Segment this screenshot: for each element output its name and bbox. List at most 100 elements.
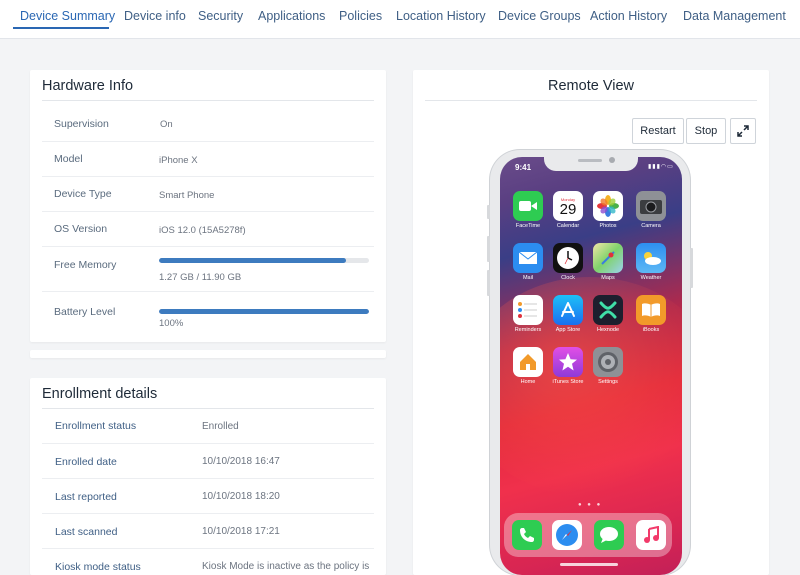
- row-value: Enrolled: [202, 421, 239, 432]
- row-value: 1.27 GB / 11.90 GB: [159, 272, 242, 283]
- phone-side-button: [487, 205, 490, 219]
- free-memory-bar-fill: [159, 258, 346, 263]
- tab-device-info[interactable]: Device info: [124, 9, 186, 23]
- hardware-row-os-version: OS Version iOS 12.0 (15A5278f): [42, 212, 374, 247]
- expand-button[interactable]: [730, 118, 756, 144]
- battery-icon: ▭: [667, 164, 674, 170]
- app-label: Reminders: [514, 327, 542, 333]
- clock-app-icon[interactable]: [553, 243, 583, 273]
- battery-level-bar-fill: [159, 309, 369, 314]
- enrollment-row-status: Enrollment status Enrolled: [42, 409, 374, 444]
- enrollment-details-card: Enrollment details Enrollment status Enr…: [30, 378, 386, 575]
- app-label: Maps: [601, 275, 615, 281]
- tab-device-summary[interactable]: Device Summary: [20, 9, 115, 23]
- app-label: FaceTime: [515, 223, 541, 229]
- enrollment-details-title: Enrollment details: [42, 386, 158, 402]
- app-label: Settings: [598, 379, 618, 385]
- divider: [425, 100, 757, 101]
- signal-icon: ▮▮▮: [648, 164, 661, 170]
- app-label: iBooks: [642, 327, 660, 333]
- row-label: Last reported: [55, 491, 117, 503]
- stop-button[interactable]: Stop: [686, 118, 726, 144]
- free-memory-bar: [159, 258, 369, 263]
- weather-app-icon[interactable]: [636, 243, 666, 273]
- hardware-row-device-type: Device Type Smart Phone: [42, 177, 374, 212]
- row-value: iOS 12.0 (15A5278f): [159, 225, 246, 236]
- row-value: 10/10/2018 16:47: [202, 456, 280, 467]
- safari-icon[interactable]: [552, 520, 582, 550]
- row-label: Last scanned: [55, 526, 118, 538]
- hexnode-app-icon[interactable]: [593, 295, 623, 325]
- photos-app-icon[interactable]: [593, 191, 623, 221]
- active-tab-indicator: [13, 27, 109, 29]
- enrollment-row-enrolled-date: Enrolled date 10/10/2018 16:47: [42, 444, 374, 479]
- tab-applications[interactable]: Applications: [258, 9, 325, 23]
- row-value: 10/10/2018 18:20: [202, 491, 280, 502]
- enrollment-row-last-reported: Last reported 10/10/2018 18:20: [42, 479, 374, 514]
- row-value: 10/10/2018 17:21: [202, 526, 280, 537]
- tab-security[interactable]: Security: [198, 9, 243, 23]
- app-label: iTunes Store: [552, 379, 584, 385]
- maps-app-icon[interactable]: [593, 243, 623, 273]
- phone-side-button: [690, 248, 693, 288]
- phone-camera: [609, 157, 615, 163]
- camera-app-icon[interactable]: [636, 191, 666, 221]
- row-label: Model: [54, 153, 83, 165]
- settings-app-icon[interactable]: [593, 347, 623, 377]
- hardware-row-supervision: Supervision On: [42, 107, 374, 142]
- calendar-app-icon[interactable]: Monday 29: [553, 191, 583, 221]
- home-app-icon[interactable]: [513, 347, 543, 377]
- page-indicator: ● ● ●: [578, 502, 603, 508]
- status-time: 9:41: [515, 163, 532, 172]
- ibooks-app-icon[interactable]: [636, 295, 666, 325]
- app-label: Weather: [640, 275, 662, 281]
- remote-view-title: Remote View: [548, 78, 634, 94]
- battery-level-bar: [159, 309, 369, 314]
- row-value: iPhone X: [159, 155, 198, 166]
- phone-icon[interactable]: [512, 520, 542, 550]
- row-label: Enrolled date: [55, 456, 117, 468]
- restart-button[interactable]: Restart: [632, 118, 684, 144]
- messages-icon[interactable]: [594, 520, 624, 550]
- hardware-info-card: Hardware Info Supervision On Model iPhon…: [30, 70, 386, 342]
- row-value: On: [160, 119, 173, 130]
- row-label: Supervision: [54, 118, 109, 130]
- tab-device-groups[interactable]: Device Groups: [498, 9, 581, 23]
- tab-action-history[interactable]: Action History: [590, 9, 667, 23]
- card-gap: [30, 350, 386, 358]
- divider: [42, 100, 374, 101]
- phone-side-button: [487, 270, 490, 296]
- hardware-row-model: Model iPhone X: [42, 142, 374, 177]
- tab-data-management[interactable]: Data Management: [683, 9, 786, 23]
- app-label: App Store: [555, 327, 581, 333]
- calendar-date: 29: [559, 200, 577, 218]
- app-store-app-icon[interactable]: [553, 295, 583, 325]
- row-value: Kiosk Mode is inactive as the policy is: [202, 561, 370, 572]
- row-value: Smart Phone: [159, 190, 215, 201]
- enrollment-row-last-scanned: Last scanned 10/10/2018 17:21: [42, 514, 374, 549]
- row-label: Enrollment status: [55, 420, 137, 432]
- music-icon[interactable]: [636, 520, 666, 550]
- row-value: 100%: [159, 318, 184, 329]
- row-label: Device Type: [54, 188, 112, 200]
- app-label: Clock: [561, 275, 575, 281]
- phone-side-button: [487, 236, 490, 262]
- mail-app-icon[interactable]: [513, 243, 543, 273]
- reminders-app-icon[interactable]: [513, 295, 543, 325]
- tab-policies[interactable]: Policies: [339, 9, 382, 23]
- row-label: Battery Level: [54, 306, 116, 318]
- home-indicator: [560, 563, 618, 566]
- facetime-app-icon[interactable]: [513, 191, 543, 221]
- app-label: Hexnode: [596, 327, 620, 333]
- hardware-row-free-memory: Free Memory 1.27 GB / 11.90 GB: [42, 247, 374, 292]
- status-icons: ▮▮▮◠▭: [648, 163, 674, 170]
- itunes-store-app-icon[interactable]: [553, 347, 583, 377]
- row-label: Kiosk mode status: [55, 561, 141, 573]
- row-label: OS Version: [54, 223, 108, 235]
- app-label: Calendar: [556, 223, 580, 229]
- app-label: Photos: [599, 223, 617, 229]
- expand-icon: [737, 125, 749, 137]
- tab-location-history[interactable]: Location History: [396, 9, 486, 23]
- hardware-row-battery-level: Battery Level 100%: [42, 292, 374, 336]
- app-label: Mail: [522, 275, 534, 281]
